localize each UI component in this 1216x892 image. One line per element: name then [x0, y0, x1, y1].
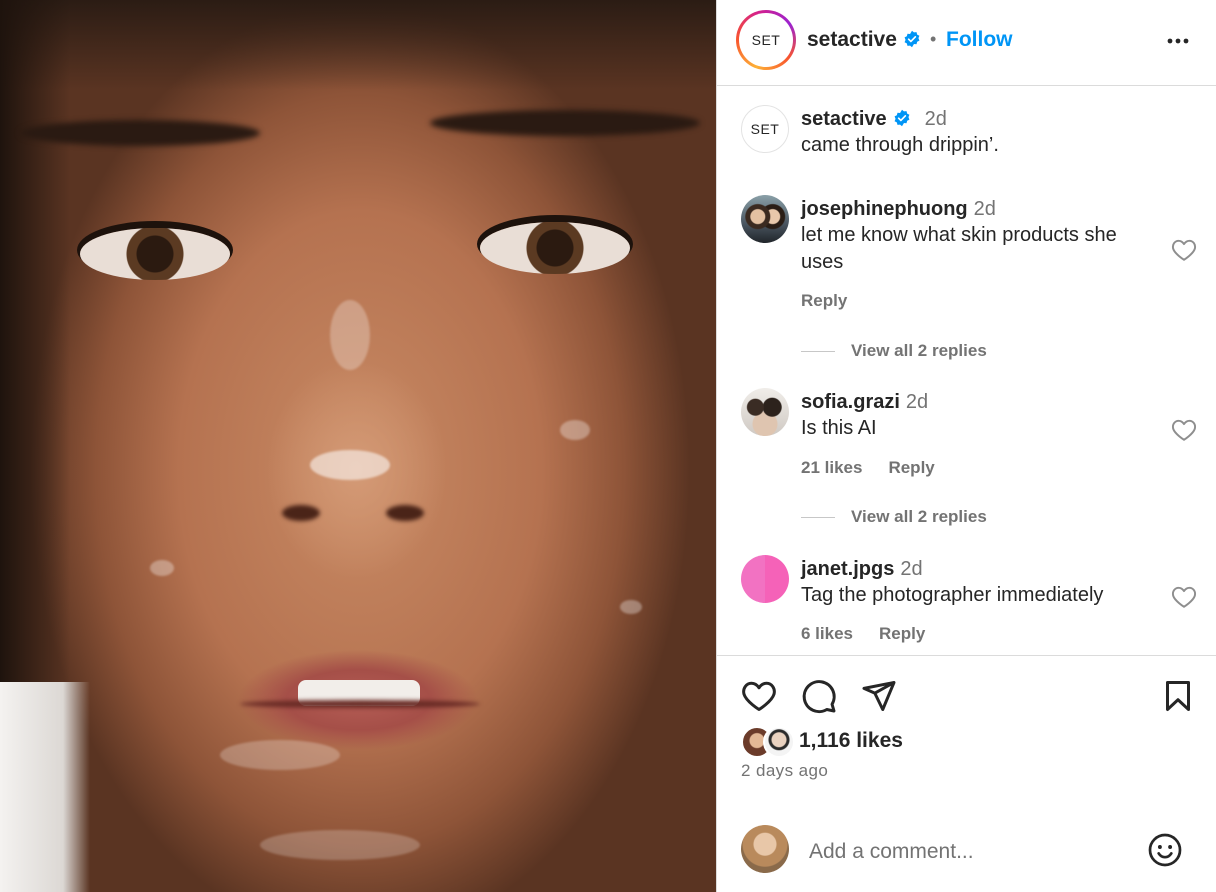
nose-highlight — [310, 450, 390, 480]
comment-username-text[interactable]: sofia.grazi — [801, 391, 900, 413]
comment-username[interactable]: josephinephuong 2d — [801, 198, 996, 221]
right-eye — [480, 222, 630, 274]
replies-divider — [801, 517, 835, 519]
comment-meta: Reply — [801, 291, 873, 311]
water-droplet — [620, 600, 642, 614]
comment-username-text[interactable]: josephinephuong — [801, 198, 968, 220]
liker-avatar[interactable] — [763, 726, 795, 758]
commenter-avatar[interactable] — [741, 555, 789, 603]
author-avatar[interactable]: SET — [742, 16, 790, 64]
paper-plane-icon[interactable] — [861, 678, 897, 714]
left-eye — [80, 228, 230, 280]
comment-bubble-icon[interactable] — [801, 678, 837, 714]
view-replies-button[interactable]: View all 2 replies — [801, 507, 987, 527]
right-nostril — [386, 505, 424, 521]
shoulder-fabric — [0, 682, 90, 892]
water-droplet — [150, 560, 174, 576]
comment-meta: 6 likes Reply — [801, 624, 951, 644]
left-eyebrow — [20, 120, 260, 146]
heart-icon[interactable] — [1171, 238, 1197, 262]
reply-button[interactable]: Reply — [879, 624, 925, 643]
current-user-avatar[interactable] — [741, 825, 789, 873]
view-replies-button[interactable]: View all 2 replies — [801, 341, 987, 361]
comment-meta: 21 likes Reply — [801, 458, 961, 478]
heart-icon[interactable] — [1171, 418, 1197, 442]
verified-badge-icon — [894, 109, 910, 127]
post-actions: 1,116 likes 2 days ago — [717, 655, 1216, 892]
caption-username[interactable]: setactive 2d — [801, 108, 947, 131]
reply-button[interactable]: Reply — [801, 291, 847, 310]
author-username[interactable]: setactive — [807, 28, 921, 52]
comment-username[interactable]: janet.jpgs 2d — [801, 558, 923, 581]
comment-text: Is this AI — [801, 417, 877, 439]
replies-divider — [801, 351, 835, 353]
water-droplet — [560, 420, 590, 440]
hair — [0, 0, 716, 90]
comment-likes-count[interactable]: 21 likes — [801, 458, 862, 477]
commenter-avatar[interactable] — [741, 195, 789, 243]
chin-droplets — [260, 830, 420, 860]
heart-icon[interactable] — [1171, 585, 1197, 609]
likes-count[interactable]: 1,116 likes — [799, 729, 903, 753]
follow-button[interactable]: Follow — [946, 28, 1013, 52]
reply-button[interactable]: Reply — [888, 458, 934, 477]
add-comment-row — [717, 824, 1216, 884]
comment-username[interactable]: sofia.grazi 2d — [801, 391, 928, 414]
post-photo[interactable] — [0, 0, 716, 892]
caption-avatar[interactable]: SET — [741, 105, 789, 153]
comment-time[interactable]: 2d — [900, 558, 922, 580]
header-separator: • — [930, 29, 937, 49]
liker-avatars[interactable] — [741, 726, 797, 758]
comment-username-text[interactable]: janet.jpgs — [801, 558, 894, 580]
post-header: SET setactive • Follow — [717, 0, 1216, 86]
comment-likes-count[interactable]: 6 likes — [801, 624, 853, 643]
view-replies-text[interactable]: View all 2 replies — [851, 341, 987, 360]
lip-gloss — [220, 740, 340, 770]
more-options-icon[interactable] — [1165, 28, 1191, 54]
comment-time[interactable]: 2d — [906, 391, 928, 413]
smiley-icon[interactable] — [1147, 832, 1183, 868]
author-username-text[interactable]: setactive — [807, 28, 897, 51]
post-dialog: SET setactive • Follow SET setactive 2d c… — [0, 0, 1216, 892]
comment-time[interactable]: 2d — [974, 198, 996, 220]
caption-time[interactable]: 2d — [925, 108, 947, 130]
comment-text: Tag the photographer immediately — [801, 584, 1104, 606]
post-sidebar: SET setactive • Follow SET setactive 2d c… — [716, 0, 1216, 892]
caption-username-text[interactable]: setactive — [801, 108, 887, 130]
bookmark-icon[interactable] — [1160, 678, 1196, 714]
water-droplets — [330, 300, 370, 370]
verified-badge-icon — [904, 30, 920, 48]
view-replies-text[interactable]: View all 2 replies — [851, 507, 987, 526]
left-nostril — [282, 505, 320, 521]
heart-icon[interactable] — [741, 678, 777, 714]
comment-text: let me know what skin products she uses — [801, 224, 1117, 273]
lips — [240, 700, 480, 708]
add-comment-input[interactable] — [807, 836, 1141, 868]
commenter-avatar[interactable] — [741, 388, 789, 436]
caption-text: came through drippin’. — [801, 134, 999, 156]
post-timestamp[interactable]: 2 days ago — [741, 761, 828, 781]
right-eyebrow — [430, 110, 700, 136]
